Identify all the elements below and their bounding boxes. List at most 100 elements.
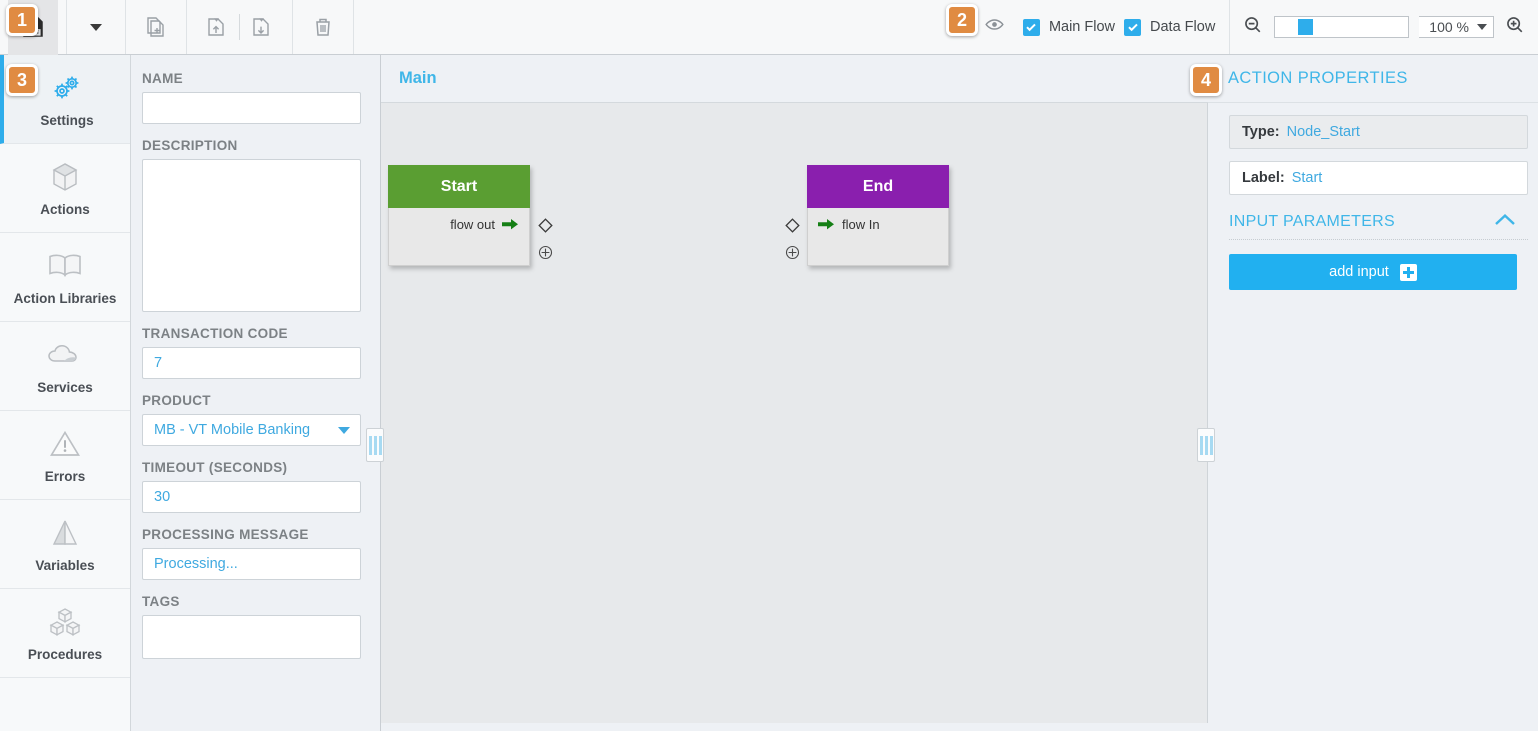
node-start-header[interactable]: Start [388, 165, 530, 208]
sidebar-item-label: Settings [40, 112, 94, 128]
save-options-dropdown[interactable] [75, 0, 117, 55]
description-textarea[interactable] [142, 159, 361, 312]
sidebar-item-label: Services [37, 379, 93, 395]
cube-icon [50, 160, 80, 194]
transaction-code-input[interactable]: 7 [142, 347, 361, 379]
diamond-connector-icon[interactable] [538, 218, 553, 238]
toolbar-group-dropdown [67, 0, 126, 54]
plus-icon [1399, 263, 1417, 281]
settings-form-panel: NAME DESCRIPTION TRANSACTION CODE 7 PROD… [131, 55, 381, 731]
sidebar-item-procedures[interactable]: Procedures [0, 589, 130, 678]
node-start-body: flow out [388, 208, 530, 266]
export-icon [253, 18, 269, 36]
pyramid-icon [50, 516, 80, 550]
processing-message-field-label: PROCESSING MESSAGE [142, 527, 309, 542]
add-connector-icon[interactable] [538, 245, 553, 265]
node-start[interactable]: Start flow out [388, 165, 530, 266]
start-connector-controls [538, 218, 553, 265]
sidebar-item-action-libraries[interactable]: Action Libraries [0, 233, 130, 322]
blocks-icon [48, 605, 82, 639]
description-field-label: DESCRIPTION [142, 138, 238, 153]
zoom-level-value: 100 % [1429, 19, 1469, 35]
sidebar-item-services[interactable]: Services [0, 322, 130, 411]
property-label-value: Start [1291, 170, 1323, 186]
end-connector-controls [785, 218, 800, 265]
canvas-horizontal-scrollbar[interactable] [381, 723, 1208, 731]
zoom-in-icon [1507, 16, 1523, 32]
main-toolbar: Main Flow Data Flow 100 % [0, 0, 1538, 55]
properties-panel-body: Type: Node_Start Label: Start INPUT PARA… [1208, 103, 1538, 290]
warning-icon [49, 427, 81, 461]
cloud-icon [46, 338, 84, 372]
add-connector-icon[interactable] [785, 245, 800, 265]
annotation-badge-3: 3 [6, 64, 38, 96]
processing-message-input[interactable]: Processing... [142, 548, 361, 580]
product-select-value: MB - VT Mobile Banking [154, 422, 311, 438]
sidebar-item-variables[interactable]: Variables [0, 500, 130, 589]
eye-icon[interactable] [984, 14, 1005, 40]
chevron-up-icon[interactable] [1494, 213, 1516, 231]
splitter-grip-bar [1209, 435, 1213, 455]
trash-icon [316, 18, 330, 36]
node-end-flow-in-port[interactable]: flow In [818, 217, 880, 232]
node-start-port-label: flow out [450, 217, 495, 232]
left-panel-splitter[interactable] [366, 428, 384, 462]
node-end-header[interactable]: End [807, 165, 949, 208]
zoom-out-button[interactable] [1242, 14, 1264, 41]
sidebar-item-label: Procedures [27, 646, 103, 662]
name-input[interactable] [142, 92, 361, 124]
splitter-grip-bar [1199, 435, 1203, 455]
data-flow-label: Data Flow [1150, 19, 1216, 35]
delete-button[interactable] [301, 7, 345, 47]
application-window: Main Flow Data Flow 100 % Settings Actio… [0, 0, 1538, 731]
action-properties-panel: ACTION PROPERTIES Type: Node_Start Label… [1208, 55, 1538, 731]
import-button[interactable] [195, 7, 239, 47]
annotation-badge-4: 4 [1190, 64, 1222, 96]
property-label-row[interactable]: Label: Start [1229, 161, 1528, 195]
flow-in-arrow-icon [818, 219, 834, 230]
tab-main[interactable]: Main [399, 69, 437, 88]
tags-textarea[interactable] [142, 615, 361, 659]
rail-empty-tail [0, 678, 130, 727]
zoom-slider-thumb[interactable] [1298, 19, 1314, 35]
main-flow-label: Main Flow [1048, 19, 1116, 35]
zoom-level-select[interactable]: 100 % [1419, 16, 1494, 38]
export-button[interactable] [240, 7, 284, 47]
transaction-code-field-label: TRANSACTION CODE [142, 326, 288, 341]
import-icon [208, 18, 224, 36]
node-start-flow-out-port[interactable]: flow out [450, 217, 519, 232]
new-document-button[interactable] [134, 7, 178, 47]
data-flow-checkbox[interactable] [1124, 18, 1142, 36]
input-parameters-section-header: INPUT PARAMETERS [1229, 207, 1528, 240]
toolbar-group-new [126, 0, 187, 54]
sidebar-item-label: Errors [44, 468, 86, 484]
left-navigation-rail: Settings Actions Action Libraries Servic… [0, 55, 131, 731]
input-parameters-title: INPUT PARAMETERS [1229, 213, 1396, 230]
zoom-slider[interactable] [1274, 16, 1410, 38]
timeout-input[interactable]: 30 [142, 481, 361, 513]
chevron-down-icon [1477, 24, 1487, 30]
diamond-connector-icon[interactable] [785, 218, 800, 238]
splitter-grip-bar [368, 435, 372, 455]
main-flow-checkbox[interactable] [1022, 18, 1040, 36]
property-type-row: Type: Node_Start [1229, 115, 1528, 149]
sidebar-item-errors[interactable]: Errors [0, 411, 130, 500]
flow-canvas-panel: Main Start flow out End flow In [381, 55, 1208, 731]
toolbar-group-transfer [187, 0, 293, 54]
sidebar-item-label: Action Libraries [13, 290, 117, 306]
flow-canvas[interactable]: Start flow out End flow In [381, 103, 1208, 731]
add-input-button[interactable]: add input [1229, 254, 1517, 290]
product-select[interactable]: MB - VT Mobile Banking [142, 414, 361, 446]
new-document-icon [147, 17, 164, 37]
splitter-grip-bar [373, 435, 377, 455]
tags-field-label: TAGS [142, 594, 180, 609]
right-panel-splitter[interactable] [1197, 428, 1215, 462]
zoom-in-button[interactable] [1504, 14, 1526, 41]
canvas-tab-bar: Main [381, 55, 1208, 103]
node-end[interactable]: End flow In [807, 165, 949, 266]
zoom-out-icon [1245, 16, 1261, 32]
properties-panel-title: ACTION PROPERTIES [1208, 55, 1538, 103]
node-end-body: flow In [807, 208, 949, 266]
sidebar-item-actions[interactable]: Actions [0, 144, 130, 233]
